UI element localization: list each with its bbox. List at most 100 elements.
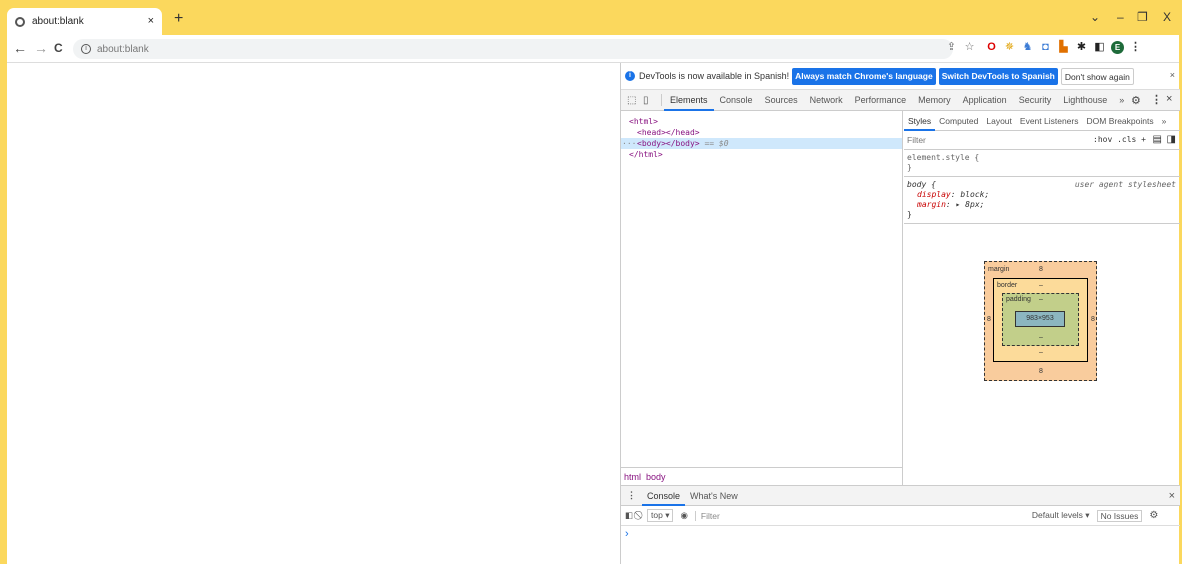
margin-bottom-value[interactable]: 8 <box>1039 368 1043 375</box>
tab-layout[interactable]: Layout <box>982 111 1016 131</box>
opera-extension-icon[interactable]: O <box>985 41 998 54</box>
margin-label: margin <box>988 266 1010 273</box>
breadcrumb-html[interactable]: html <box>624 472 641 482</box>
drawer-tabbar: ⋮ Console What's New × <box>621 486 1180 506</box>
margin-right-value[interactable]: 8 <box>1091 316 1095 323</box>
prop-margin-value[interactable]: ▸ 8px; <box>951 200 985 209</box>
infobar-close-icon[interactable]: × <box>1170 70 1175 80</box>
element-style-rule[interactable]: element.style { } <box>904 150 1180 177</box>
box-model-margin[interactable]: margin 8 8 8 8 border – – padding – – 98… <box>984 261 1097 381</box>
styles-pane: Styles Computed Layout Event Listeners D… <box>904 111 1180 485</box>
prop-display-value[interactable]: block; <box>956 190 989 199</box>
tab-search-icon[interactable]: ⌄ <box>1090 10 1100 24</box>
dont-show-again-button[interactable]: Don't show again <box>1060 67 1134 85</box>
dom-node-html-close[interactable]: </html> <box>621 149 902 160</box>
minimize-button[interactable]: – <box>1117 10 1124 24</box>
info-icon[interactable]: i <box>81 44 91 54</box>
infobar-message: DevTools is now available in Spanish! <box>639 71 790 81</box>
dom-node-html-open[interactable]: <html> <box>621 116 902 127</box>
dom-node-body-selected[interactable]: ··· <body></body> == $0 <box>621 138 902 149</box>
settings-gear-icon[interactable]: ⚙ <box>1131 94 1141 107</box>
close-window-button[interactable]: X <box>1163 10 1171 24</box>
box-model-border[interactable]: border – – padding – – 983×953 <box>993 278 1088 362</box>
tab-network[interactable]: Network <box>804 90 849 111</box>
context-selector[interactable]: top ▾ <box>647 509 674 522</box>
tab-computed[interactable]: Computed <box>935 111 982 131</box>
margin-left-value[interactable]: 8 <box>987 316 991 323</box>
reload-button[interactable]: C <box>54 40 63 56</box>
share-icon[interactable]: ⇪ <box>945 41 958 54</box>
console-filter-input[interactable]: Filter <box>694 510 1025 521</box>
drawer-menu-icon[interactable]: ⋮ <box>621 490 642 501</box>
live-expression-eye-icon[interactable]: ◉ <box>680 510 687 521</box>
issues-button[interactable]: No Issues <box>1096 509 1143 522</box>
forward-button[interactable]: → <box>34 40 48 56</box>
address-bar[interactable]: i about:blank <box>73 39 953 59</box>
restore-button[interactable]: ❐ <box>1137 10 1148 24</box>
always-match-language-button[interactable]: Always match Chrome's language <box>792 67 936 85</box>
console-prompt[interactable]: › <box>621 526 1180 540</box>
tab-event-listeners[interactable]: Event Listeners <box>1016 111 1083 131</box>
extensions-puzzle-icon[interactable]: ✱ <box>1075 41 1088 54</box>
tab-console[interactable]: Console <box>714 90 759 111</box>
log-levels-dropdown[interactable]: Default levels ▾ <box>1032 510 1090 521</box>
styles-tabbar: Styles Computed Layout Event Listeners D… <box>904 111 1180 131</box>
info-icon: i <box>625 71 635 81</box>
padding-bottom-value[interactable]: – <box>1039 334 1043 341</box>
tab-sources[interactable]: Sources <box>759 90 804 111</box>
device-toolbar-icon[interactable]: ▯ <box>643 95 655 106</box>
body-rule[interactable]: body { user agent stylesheet display: bl… <box>904 177 1180 224</box>
tab-lighthouse[interactable]: Lighthouse <box>1057 90 1113 111</box>
menu-kebab-icon[interactable]: ⋮ <box>1129 41 1142 54</box>
hov-cls-toggles[interactable]: :hov .cls + <box>1093 135 1146 144</box>
toggle-sidebar-icon[interactable]: ◨ <box>1167 134 1176 145</box>
tab-memory[interactable]: Memory <box>912 90 957 111</box>
padding-top-value[interactable]: – <box>1039 296 1043 303</box>
bookmark-star-icon[interactable]: ☆ <box>963 41 976 54</box>
tab-styles[interactable]: Styles <box>904 111 936 131</box>
colorful-extension-icon[interactable]: ▙ <box>1057 41 1070 54</box>
back-button[interactable]: ← <box>13 40 27 56</box>
tab-elements[interactable]: Elements <box>664 90 714 111</box>
box-model-content[interactable]: 983×953 <box>1015 311 1065 327</box>
profile-avatar[interactable]: E <box>1111 41 1124 54</box>
switch-to-spanish-button[interactable]: Switch DevTools to Spanish <box>938 67 1058 85</box>
box-model-padding[interactable]: padding – – 983×953 <box>1002 293 1079 346</box>
tab-close-icon[interactable]: × <box>148 15 154 27</box>
prop-display-name[interactable]: display <box>917 190 951 199</box>
inspect-element-icon[interactable]: ⬚ <box>627 95 639 106</box>
styles-filter-input[interactable]: Filter <box>907 135 926 145</box>
gear-extension-icon[interactable]: ✵ <box>1003 41 1016 54</box>
breadcrumb-body[interactable]: body <box>646 472 666 482</box>
styles-more-tabs-icon[interactable]: » <box>1158 111 1171 131</box>
margin-top-value[interactable]: 8 <box>1039 266 1043 273</box>
computed-styles-icon[interactable]: ▤ <box>1153 134 1162 145</box>
body-rule-close: } <box>907 210 912 219</box>
prop-margin-name[interactable]: margin <box>917 200 946 209</box>
dom-tree: <html> <head></head> ··· <body></body> =… <box>621 111 903 467</box>
side-panel-icon[interactable]: ◧ <box>1093 41 1106 54</box>
border-top-value[interactable]: – <box>1039 282 1043 289</box>
browser-tab[interactable]: about:blank × <box>7 8 162 35</box>
console-settings-gear-icon[interactable]: ⚙ <box>1149 510 1158 521</box>
devtools-panel: i DevTools is now available in Spanish! … <box>620 63 1180 564</box>
element-style-close: } <box>907 163 912 172</box>
drawer-tab-console[interactable]: Console <box>642 486 686 506</box>
border-bottom-value[interactable]: – <box>1039 349 1043 356</box>
screen-extension-icon[interactable]: ◘ <box>1039 41 1052 54</box>
tab-security[interactable]: Security <box>1013 90 1058 111</box>
tab-performance[interactable]: Performance <box>849 90 913 111</box>
console-sidebar-icon[interactable]: ◧ <box>625 510 633 521</box>
more-tabs-icon[interactable]: » <box>1113 90 1130 111</box>
dom-node-head[interactable]: <head></head> <box>621 127 902 138</box>
puzzle-extension-icon[interactable]: ♞ <box>1021 41 1034 54</box>
close-devtools-icon[interactable]: × <box>1166 93 1172 105</box>
rule-source[interactable]: user agent stylesheet <box>1075 180 1176 190</box>
tab-dom-breakpoints[interactable]: DOM Breakpoints <box>1083 111 1158 131</box>
customize-menu-icon[interactable]: ⋮ <box>1151 93 1162 106</box>
tab-application[interactable]: Application <box>957 90 1013 111</box>
devtools-tabbar: ⬚ ▯ Elements Console Sources Network Per… <box>621 90 1180 111</box>
new-tab-button[interactable]: + <box>174 11 183 27</box>
drawer-close-icon[interactable]: × <box>1169 490 1175 502</box>
drawer-tab-whats-new[interactable]: What's New <box>685 486 743 506</box>
